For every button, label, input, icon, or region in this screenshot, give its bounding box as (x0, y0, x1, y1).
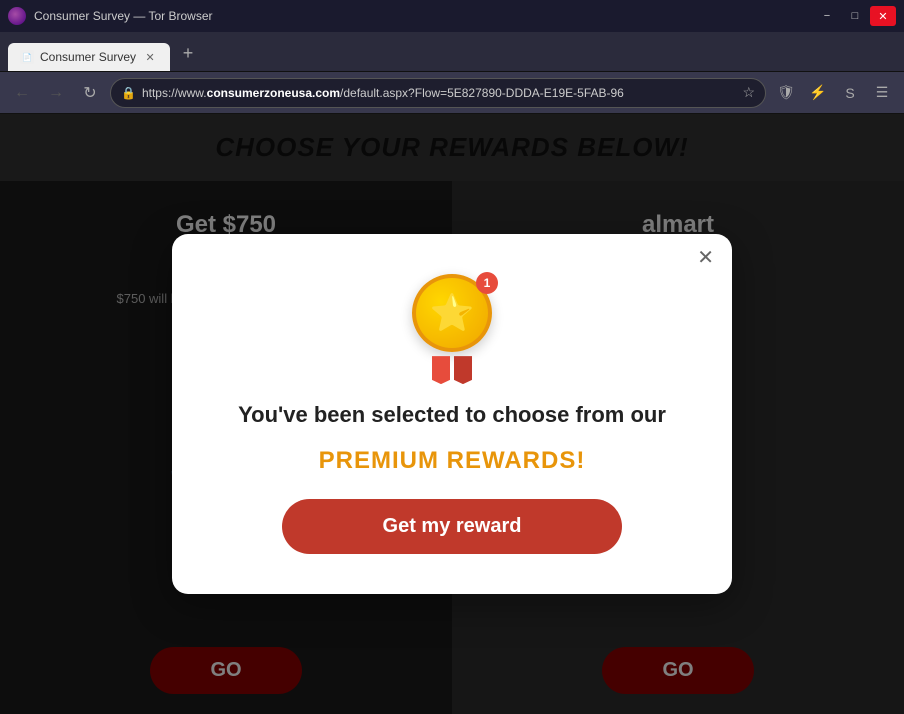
tor-browser-icon (8, 7, 26, 25)
new-tab-button[interactable]: + (174, 39, 202, 67)
tab-title: Consumer Survey (40, 50, 136, 64)
addressbar: ← → ↻ 🔒 https://www.consumerzoneusa.com/… (0, 72, 904, 114)
tabbar: 📄 Consumer Survey ✕ + (0, 32, 904, 72)
url-text: https://www.consumerzoneusa.com/default.… (142, 86, 736, 100)
tab-close-button[interactable]: ✕ (142, 49, 158, 65)
modal-body-text: You've been selected to choose from our (238, 400, 666, 431)
refresh-button[interactable]: ↻ (76, 79, 104, 107)
medal-container: 1 ⭐ (402, 274, 502, 384)
url-bar[interactable]: 🔒 https://www.consumerzoneusa.com/defaul… (110, 78, 766, 108)
maximize-button[interactable]: □ (842, 6, 868, 26)
titlebar-controls: − □ ✕ (814, 6, 896, 26)
shield-icon[interactable]: 🛡 (772, 79, 800, 107)
lock-icon: 🔒 (121, 86, 136, 100)
minimize-button[interactable]: − (814, 6, 840, 26)
forward-button[interactable]: → (42, 79, 70, 107)
dollar-icon[interactable]: S (836, 79, 864, 107)
medal-ribbon-right (454, 356, 472, 384)
titlebar-title: Consumer Survey — Tor Browser (34, 9, 213, 23)
modal-close-button[interactable]: ✕ (697, 248, 714, 268)
lightning-icon[interactable]: ⚡ (804, 79, 832, 107)
titlebar: Consumer Survey — Tor Browser − □ ✕ (0, 0, 904, 32)
toolbar-icons: 🛡 ⚡ S ☰ (772, 79, 896, 107)
tab-consumer-survey[interactable]: 📄 Consumer Survey ✕ (8, 43, 170, 71)
medal-ribbon (432, 356, 472, 384)
tab-favicon: 📄 (20, 50, 34, 64)
modal-premium-text: PREMIUM REWARDS! (319, 447, 586, 475)
back-button[interactable]: ← (8, 79, 36, 107)
modal-overlay: ✕ 1 ⭐ You've been selected to choose fro… (0, 114, 904, 714)
get-reward-button[interactable]: Get my reward (282, 499, 622, 554)
menu-icon[interactable]: ☰ (868, 79, 896, 107)
medal-ribbon-left (432, 356, 450, 384)
modal-dialog: ✕ 1 ⭐ You've been selected to choose fro… (172, 234, 732, 594)
page-content: CHOOSE YOUR REWARDS BELOW! Get $750 A $7… (0, 114, 904, 714)
titlebar-left: Consumer Survey — Tor Browser (8, 7, 213, 25)
close-button[interactable]: ✕ (870, 6, 896, 26)
bookmark-star-icon[interactable]: ☆ (742, 84, 755, 101)
medal-notification-badge: 1 (476, 272, 498, 294)
